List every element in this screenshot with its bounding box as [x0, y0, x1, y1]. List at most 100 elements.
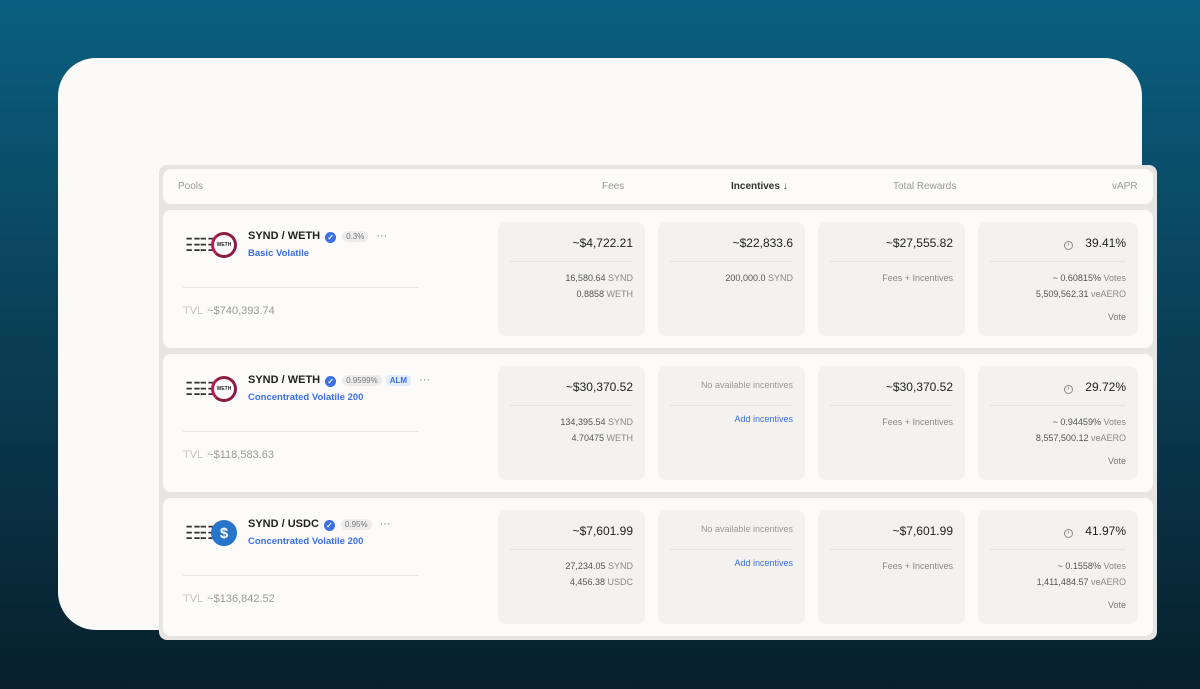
synd-token-icon: ☷☷	[185, 235, 215, 255]
incentive-a-symbol: SYND	[767, 273, 793, 283]
pool-type: Basic Volatile	[248, 248, 310, 259]
col-pools[interactable]: Pools	[178, 181, 203, 192]
vapr-cell: i 29.72% ~ 0.94459% Votes 8,557,500.12 ve…	[978, 366, 1138, 480]
fees-total: ~$30,370.52	[565, 380, 633, 394]
total-rewards-cell: ~$7,601.99 Fees + Incentives	[818, 510, 965, 624]
total-rewards-cell: ~$27,555.82 Fees + Incentives	[818, 222, 965, 336]
incentives-cell: No available incentives Add incentives	[658, 510, 805, 624]
col-vapr[interactable]: vAPR	[1112, 181, 1138, 192]
verified-icon: ✓	[323, 520, 335, 531]
pool-row[interactable]: ☷☷ $ SYND / USDC ✓ 0.95% ··· Concentrated V…	[163, 498, 1153, 636]
tvl-label: TVL	[183, 449, 204, 461]
vapr-value: 29.72%	[1085, 380, 1126, 394]
total-rewards-cell: ~$30,370.52 Fees + Incentives	[818, 366, 965, 480]
votes-pct: ~ 0.1558%	[1057, 561, 1101, 571]
fees-b: 0.8858	[576, 289, 604, 299]
tvl-label: TVL	[183, 305, 204, 317]
fee-badge: 0.95%	[340, 519, 372, 530]
fees-a-symbol: SYND	[607, 417, 633, 427]
pool-type: Concentrated Volatile 200	[248, 536, 364, 547]
veaero-amount: 8,557,500.12	[1035, 433, 1089, 443]
fees-b: 4.70475	[571, 433, 604, 443]
rewards-total: ~$27,555.82	[885, 236, 953, 250]
fee-badge: 0.3%	[342, 231, 369, 242]
more-icon[interactable]: ···	[419, 374, 430, 386]
token-icons: ☷☷ WETH	[185, 232, 241, 258]
incentive-a: 200,000.0	[725, 273, 766, 283]
fees-b-symbol: WETH	[606, 433, 634, 443]
weth-token-icon: WETH	[211, 376, 237, 402]
rewards-sub: Fees + Incentives	[882, 561, 953, 571]
incentives-total: No available incentives	[700, 380, 793, 390]
fees-a: 27,234.05	[565, 561, 606, 571]
token-icons: ☷☷ WETH	[185, 376, 241, 402]
synd-token-icon: ☷☷	[185, 523, 215, 543]
divider	[183, 575, 418, 576]
tvl-value: ~$136,842.52	[207, 593, 275, 605]
fees-a: 134,395.54	[560, 417, 606, 427]
token-icons: ☷☷ $	[185, 520, 241, 546]
incentives-cell: ~$22,833.6 200,000.0 SYND	[658, 222, 805, 336]
rewards-total: ~$7,601.99	[892, 524, 953, 538]
verified-icon: ✓	[325, 232, 337, 243]
main-card: Pools Fees Incentives ↓ Total Rewards vA…	[58, 58, 1157, 640]
fees-cell: ~$4,722.21 16,580.64 SYND 0.8858 WETH	[498, 222, 645, 336]
fees-b: 4,456.38	[569, 577, 605, 587]
rewards-sub: Fees + Incentives	[882, 273, 953, 283]
fees-a-symbol: SYND	[607, 561, 633, 571]
pool-name[interactable]: SYND / WETH	[248, 374, 320, 386]
info-icon[interactable]: i	[1064, 529, 1074, 538]
add-incentives-link[interactable]: Add incentives	[670, 558, 793, 568]
col-total-rewards[interactable]: Total Rewards	[893, 181, 956, 192]
pool-row[interactable]: ☷☷ WETH SYND / WETH ✓ 0.3% ··· Basic Volati…	[163, 210, 1153, 348]
fees-b-symbol: USDC	[607, 577, 633, 587]
vote-button[interactable]: Vote	[990, 312, 1126, 322]
vote-button[interactable]: Vote	[990, 600, 1126, 610]
more-icon[interactable]: ···	[376, 230, 387, 242]
usdc-token-icon: $	[211, 520, 237, 546]
pool-name[interactable]: SYND / WETH	[248, 230, 320, 242]
weth-token-icon: WETH	[211, 232, 237, 258]
info-icon[interactable]: i	[1064, 241, 1074, 250]
fee-badge: 0.9599%	[342, 375, 382, 386]
add-incentives-link[interactable]: Add incentives	[670, 414, 793, 424]
veaero-amount: 5,509,562.31	[1035, 289, 1089, 299]
pool-row[interactable]: ☷☷ WETH SYND / WETH ✓ 0.9599% ALM ··· Concen…	[163, 354, 1153, 492]
pools-table: Pools Fees Incentives ↓ Total Rewards vA…	[159, 165, 1157, 640]
tvl-label: TVL	[183, 593, 204, 605]
incentives-total: No available incentives	[700, 524, 793, 534]
votes-pct: ~ 0.94459%	[1052, 417, 1101, 427]
fees-total: ~$7,601.99	[572, 524, 633, 538]
votes-label: Votes	[1103, 417, 1126, 427]
vapr-value: 41.97%	[1085, 524, 1126, 538]
votes-pct: ~ 0.60815%	[1052, 273, 1101, 283]
vapr-cell: i 41.97% ~ 0.1558% Votes 1,411,484.57 veA…	[978, 510, 1138, 624]
table-header: Pools Fees Incentives ↓ Total Rewards vA…	[163, 169, 1153, 204]
incentives-total: ~$22,833.6	[732, 236, 793, 250]
fees-a-symbol: SYND	[607, 273, 633, 283]
fees-cell: ~$30,370.52 134,395.54 SYND 4.70475 WETH	[498, 366, 645, 480]
fees-total: ~$4,722.21	[572, 236, 633, 250]
divider	[183, 287, 418, 288]
verified-icon: ✓	[325, 376, 337, 387]
more-icon[interactable]: ···	[380, 518, 391, 530]
vote-button[interactable]: Vote	[990, 456, 1126, 466]
col-incentives[interactable]: Incentives ↓	[731, 181, 788, 192]
fees-a: 16,580.64	[565, 273, 606, 283]
vapr-value: 39.41%	[1085, 236, 1126, 250]
col-fees[interactable]: Fees	[602, 181, 624, 192]
rewards-sub: Fees + Incentives	[882, 417, 953, 427]
veaero-amount: 1,411,484.57	[1036, 577, 1089, 587]
tvl-value: ~$118,583.63	[207, 449, 274, 461]
veaero-label: veAERO	[1090, 577, 1126, 587]
fees-cell: ~$7,601.99 27,234.05 SYND 4,456.38 USDC	[498, 510, 645, 624]
divider	[183, 431, 418, 432]
pool-name[interactable]: SYND / USDC	[248, 518, 319, 530]
info-icon[interactable]: i	[1064, 385, 1074, 394]
pool-type: Concentrated Volatile 200	[248, 392, 364, 403]
votes-label: Votes	[1103, 273, 1126, 283]
vapr-cell: i 39.41% ~ 0.60815% Votes 5,509,562.31 ve…	[978, 222, 1138, 336]
veaero-label: veAERO	[1090, 433, 1126, 443]
veaero-label: veAERO	[1090, 289, 1126, 299]
incentives-cell: No available incentives Add incentives	[658, 366, 805, 480]
